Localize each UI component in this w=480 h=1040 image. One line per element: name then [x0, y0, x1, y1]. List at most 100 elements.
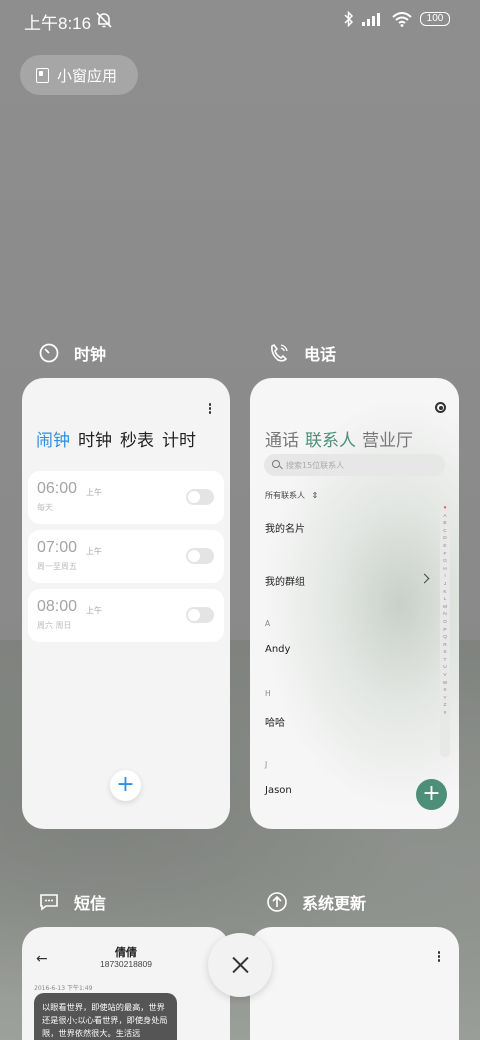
my-card-row[interactable]: 我的名片	[265, 520, 305, 535]
sms-app-card[interactable]: ← 倩倩 18730218809 2016-6-13 下午1:49 以眼看世界，…	[22, 927, 230, 1040]
app-label-clock[interactable]: 时钟	[38, 341, 106, 365]
chevron-right-icon	[419, 573, 430, 584]
contact-search-input[interactable]: 搜索15位联系人	[264, 454, 445, 476]
section-letter: H	[265, 689, 271, 698]
alarm-item[interactable]: 07:00 上午 周一至周五	[28, 530, 224, 583]
app-label-text: 电话	[304, 345, 337, 364]
tab-alarm[interactable]: 闹钟	[36, 426, 70, 451]
app-label-system-update[interactable]: 系统更新	[266, 890, 366, 914]
alphabet-index-letter[interactable]: #	[444, 710, 447, 718]
alphabet-index-letter[interactable]: ♥	[444, 505, 447, 513]
tab-contacts[interactable]: 联系人	[305, 426, 356, 451]
alarm-toggle[interactable]	[186, 489, 214, 505]
alphabet-index[interactable]: ♥ A B C D E F G H I J K L M N O P Q R S T U V W X Y Z #	[440, 502, 450, 757]
tab-clock[interactable]: 时钟	[78, 426, 112, 451]
upload-icon	[267, 892, 287, 912]
app-label-sms[interactable]: 短信	[38, 890, 106, 914]
conversation-contact-name: 倩倩	[115, 946, 137, 959]
alarm-ampm: 上午	[86, 606, 102, 615]
tab-timer[interactable]: 计时	[162, 426, 196, 451]
message-bubble: 以眼看世界，即使站的最高，世界还是很小;以心看世界，即使身处局限，世界依然很大。…	[34, 993, 177, 1040]
app-label-text: 短信	[74, 894, 107, 913]
clock-app-card[interactable]: 闹钟 时钟 秒表 计时 06:00 上午 每天 07:00 上午 周一至周五 0…	[22, 378, 230, 829]
alarm-item[interactable]: 06:00 上午 每天	[28, 471, 224, 524]
alarm-time: 06:00	[37, 480, 78, 497]
alphabet-index-letter[interactable]: N	[443, 611, 446, 619]
app-label-phone[interactable]: 电话	[268, 341, 336, 365]
search-placeholder: 搜索15位联系人	[286, 461, 345, 470]
message-timestamp: 2016-6-13 下午1:49	[34, 985, 93, 992]
small-window-label: 小窗应用	[57, 66, 118, 85]
alphabet-index-letter[interactable]: F	[444, 551, 447, 559]
status-icons: 100	[344, 11, 450, 27]
alarm-repeat: 周一至周五	[37, 562, 77, 571]
system-update-app-card[interactable]	[250, 927, 459, 1040]
add-contact-button[interactable]: +	[416, 779, 447, 810]
alphabet-index-letter[interactable]: I	[444, 573, 445, 581]
alarm-repeat: 周六 周日	[37, 621, 72, 630]
more-options-icon[interactable]	[208, 403, 212, 415]
alphabet-index-letter[interactable]: P	[443, 627, 446, 635]
alphabet-index-letter[interactable]: G	[443, 558, 447, 566]
alarm-toggle[interactable]	[186, 548, 214, 564]
battery-indicator: 100	[420, 12, 450, 26]
contact-row[interactable]: 哈哈	[265, 714, 285, 729]
alphabet-index-letter[interactable]: L	[444, 596, 447, 604]
app-label-text: 时钟	[74, 345, 107, 364]
alarm-time: 07:00	[37, 539, 78, 556]
phone-tabs: 通话 联系人 营业厅	[265, 426, 413, 451]
alphabet-index-letter[interactable]: R	[443, 642, 446, 650]
section-letter: A	[265, 619, 271, 628]
alarm-time: 08:00	[37, 598, 78, 615]
alphabet-index-letter[interactable]: A	[443, 513, 446, 521]
search-icon	[272, 460, 280, 468]
alphabet-index-letter[interactable]: K	[443, 589, 446, 597]
alphabet-index-letter[interactable]: C	[443, 528, 446, 536]
sort-icon: ⇕	[311, 491, 319, 500]
alphabet-index-letter[interactable]: S	[443, 649, 446, 657]
alphabet-index-letter[interactable]: V	[443, 672, 446, 680]
alarm-repeat: 每天	[37, 503, 53, 512]
alphabet-index-letter[interactable]: T	[444, 657, 447, 665]
alphabet-index-letter[interactable]: U	[443, 664, 446, 672]
alphabet-index-letter[interactable]: J	[444, 581, 446, 589]
my-groups-row[interactable]: 我的群组	[265, 573, 305, 588]
phone-icon	[271, 343, 288, 362]
alphabet-index-letter[interactable]: X	[443, 687, 446, 695]
contact-filter-dropdown[interactable]: 所有联系人 ⇕	[265, 490, 318, 501]
alarm-item[interactable]: 08:00 上午 周六 周日	[28, 589, 224, 642]
alphabet-index-letter[interactable]: H	[443, 566, 446, 574]
wifi-icon	[392, 11, 412, 27]
message-icon	[40, 894, 58, 911]
status-bar: 上午8:16 100	[0, 0, 480, 40]
alphabet-index-letter[interactable]: B	[443, 520, 446, 528]
bluetooth-icon	[344, 11, 354, 27]
tab-calls[interactable]: 通话	[265, 426, 299, 451]
small-window-apps-button[interactable]: 小窗应用	[20, 55, 138, 95]
alphabet-index-letter[interactable]: Z	[444, 702, 447, 710]
status-time: 上午8:16	[24, 14, 92, 33]
close-all-button[interactable]	[208, 933, 272, 997]
alarm-ampm: 上午	[86, 488, 102, 497]
alphabet-index-letter[interactable]: M	[443, 604, 447, 612]
contact-row[interactable]: Jason	[265, 785, 292, 796]
alphabet-index-letter[interactable]: O	[443, 619, 447, 627]
bell-off-icon	[96, 12, 112, 28]
add-alarm-button[interactable]: +	[110, 770, 141, 801]
alphabet-index-letter[interactable]: Y	[443, 695, 446, 703]
phone-app-card[interactable]: 通话 联系人 营业厅 搜索15位联系人 所有联系人 ⇕ 我的名片 我的群组 A …	[250, 378, 459, 829]
contact-filter-label: 所有联系人	[265, 491, 305, 500]
alphabet-index-letter[interactable]: E	[443, 543, 446, 551]
alphabet-index-letter[interactable]: W	[443, 680, 448, 688]
app-label-text: 系统更新	[302, 894, 367, 913]
alphabet-index-letter[interactable]: Q	[443, 634, 447, 642]
clock-icon	[39, 343, 59, 363]
more-options-icon[interactable]	[437, 951, 441, 963]
contact-row[interactable]: Andy	[265, 644, 290, 655]
tab-stopwatch[interactable]: 秒表	[120, 426, 154, 451]
settings-icon[interactable]	[435, 402, 446, 413]
tab-service-hall[interactable]: 营业厅	[362, 426, 413, 451]
clock-tabs: 闹钟 时钟 秒表 计时	[36, 426, 196, 451]
alarm-toggle[interactable]	[186, 607, 214, 623]
alphabet-index-letter[interactable]: D	[443, 535, 446, 543]
